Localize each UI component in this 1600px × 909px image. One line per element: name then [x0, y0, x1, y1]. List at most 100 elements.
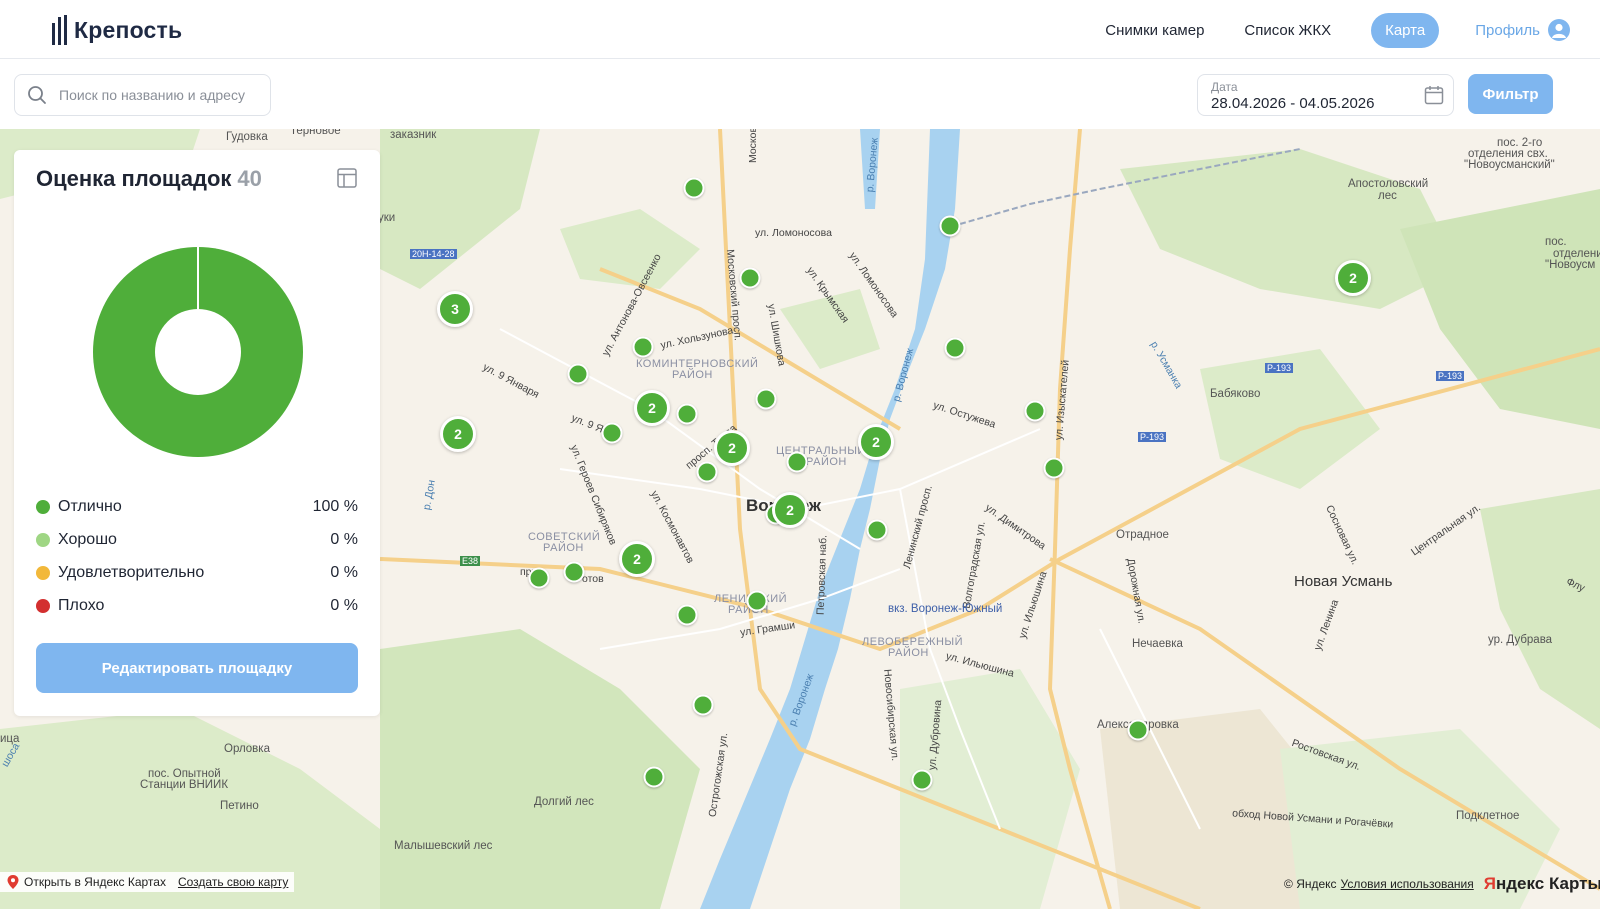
copyright-text: © Яндекс: [1284, 877, 1337, 891]
map-marker[interactable]: [1024, 400, 1046, 422]
map-marker[interactable]: [676, 604, 698, 626]
fortress-logo-icon: [52, 15, 67, 45]
map-marker[interactable]: [696, 461, 718, 483]
nav-housing-list[interactable]: Список ЖКХ: [1244, 22, 1331, 39]
date-label: Дата: [1211, 80, 1238, 94]
map-label: ур. Дубрава: [1488, 634, 1553, 646]
yandex-logo-y: Я: [1483, 874, 1496, 893]
map-label: "Новоусм: [1545, 259, 1596, 271]
legend-label: Удовлетворительно: [58, 563, 205, 581]
map-cluster[interactable]: 2: [772, 492, 808, 528]
legend-dot: [36, 532, 50, 547]
user-avatar-icon: [1548, 19, 1570, 41]
map-marker[interactable]: [692, 694, 714, 716]
logo[interactable]: Крепость: [52, 14, 182, 46]
donut-hole: [155, 309, 241, 395]
map-label: Долгий лес: [534, 796, 594, 808]
map-marker[interactable]: [528, 567, 550, 589]
map-label: Малышевский лес: [394, 840, 493, 852]
map-pin-icon: [7, 875, 19, 889]
map-marker[interactable]: [643, 766, 665, 788]
top-header: Крепость Снимки камер Список ЖКХ Карта П…: [0, 0, 1600, 59]
nav-map[interactable]: Карта: [1371, 12, 1440, 48]
map-marker[interactable]: [1043, 457, 1065, 479]
map-marker[interactable]: [601, 422, 623, 444]
map-cluster[interactable]: 2: [1335, 260, 1371, 296]
map-marker[interactable]: [739, 267, 761, 289]
panel-count: 40: [237, 166, 262, 191]
create-map-link[interactable]: Создать свою карту: [178, 875, 288, 889]
map-cluster[interactable]: 3: [437, 291, 473, 327]
map-label: заказник: [390, 129, 437, 141]
map-label: РАЙОН: [672, 369, 713, 381]
map-label: отов: [582, 573, 604, 585]
map-label: Петино: [220, 800, 259, 812]
map-cluster[interactable]: 2: [440, 416, 476, 452]
map-footer-left: Открыть в Яндекс Картах Создать свою кар…: [0, 872, 295, 892]
legend-value: 0 %: [330, 596, 358, 614]
legend-dot: [36, 598, 50, 613]
nav-camera-shots[interactable]: Снимки камер: [1105, 22, 1204, 39]
map-marker[interactable]: [866, 519, 888, 541]
edit-site-button[interactable]: Редактировать площадку: [36, 643, 358, 693]
map-cluster[interactable]: 2: [714, 430, 750, 466]
logo-text: Крепость: [74, 16, 183, 43]
map-label: Р-193: [1138, 432, 1167, 442]
map-marker[interactable]: [676, 403, 698, 425]
calendar-icon[interactable]: [1423, 84, 1445, 106]
map-marker[interactable]: [755, 388, 777, 410]
map-label: РАЙОН: [806, 456, 847, 468]
legend-dot: [36, 499, 50, 514]
map-marker[interactable]: [563, 561, 585, 583]
nav-profile[interactable]: Профиль: [1475, 19, 1570, 41]
map-label: Новая Усмань: [1294, 573, 1393, 590]
map-marker[interactable]: [567, 363, 589, 385]
legend-label: Отлично: [58, 497, 122, 515]
map-label: Отрадное: [1116, 529, 1169, 541]
panel-title: Оценка площадок 40: [36, 166, 262, 192]
panel-title-text: Оценка площадок: [36, 166, 232, 191]
map-label: РАЙОН: [888, 647, 929, 659]
map-label: "Новоусманский": [1464, 159, 1555, 171]
legend-row-bad: Плохо 0 %: [36, 589, 358, 622]
map-label: Апостоловский: [1348, 178, 1429, 190]
legend-value: 0 %: [330, 530, 358, 548]
map-marker[interactable]: [632, 336, 654, 358]
map-marker[interactable]: [683, 177, 705, 199]
legend-row-excellent: Отлично 100 %: [36, 490, 358, 523]
filter-button[interactable]: Фильтр: [1468, 74, 1553, 114]
map-label: лес: [1378, 190, 1397, 202]
map-marker[interactable]: [911, 769, 933, 791]
table-view-icon[interactable]: [336, 167, 358, 189]
map-label: Москов: [747, 129, 760, 164]
map-marker[interactable]: [1127, 719, 1149, 741]
map-label: Станции ВНИИК: [140, 779, 229, 791]
map-marker[interactable]: [939, 215, 961, 237]
legend-label: Хорошо: [58, 530, 117, 548]
main-nav: Снимки камер Список ЖКХ Карта Профиль: [1105, 12, 1600, 48]
map-label: Нечаевка: [1132, 638, 1183, 650]
map-marker[interactable]: [746, 590, 768, 612]
map-cluster[interactable]: 2: [619, 541, 655, 577]
date-range-field[interactable]: Дата 28.04.2026 - 04.05.2026: [1197, 74, 1454, 116]
rating-panel: Оценка площадок 40 Отлично 100 % Хорошо 0…: [14, 150, 380, 716]
search-input[interactable]: [57, 86, 261, 104]
map-label: пос.: [1545, 236, 1567, 248]
map-footer-right: © Яндекс Условия использования Яндекс Ка…: [1284, 874, 1600, 894]
legend-row-satisfactory: Удовлетворительно 0 %: [36, 556, 358, 589]
search-box[interactable]: [14, 74, 271, 116]
map-cluster[interactable]: 2: [858, 424, 894, 460]
map-marker[interactable]: [786, 451, 808, 473]
map-marker[interactable]: [944, 337, 966, 359]
map-label: ул. Ломоносова: [755, 227, 832, 239]
open-in-yandex-link[interactable]: Открыть в Яндекс Картах: [24, 875, 166, 889]
map-cluster[interactable]: 2: [634, 390, 670, 426]
legend-value: 100 %: [312, 497, 358, 515]
terms-link[interactable]: Условия использования: [1341, 877, 1474, 891]
legend-value: 0 %: [330, 563, 358, 581]
rating-legend: Отлично 100 % Хорошо 0 % Удовлетворитель…: [36, 490, 358, 622]
legend-label: Плохо: [58, 596, 105, 614]
legend-dot: [36, 565, 50, 580]
legend-row-good: Хорошо 0 %: [36, 523, 358, 556]
yandex-logo-rest: ндекс Карты: [1495, 874, 1600, 893]
